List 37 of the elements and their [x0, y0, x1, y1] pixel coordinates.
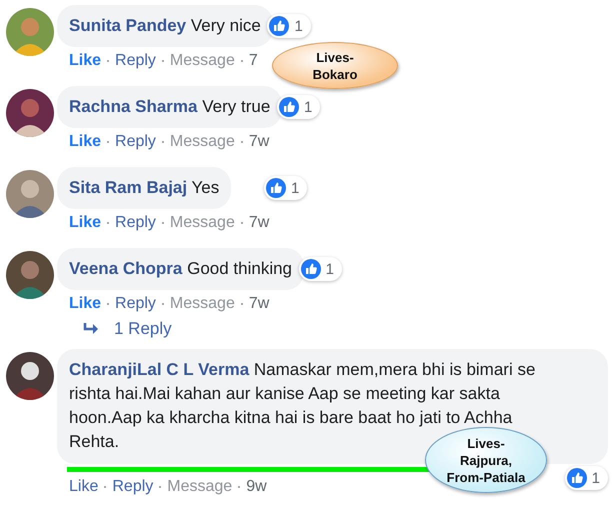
like-count[interactable]: 1	[298, 257, 342, 281]
comment-time: 7w	[248, 295, 270, 313]
message-link[interactable]: Message	[167, 478, 232, 496]
like-count[interactable]: 1	[564, 466, 608, 490]
comment-text: Sunita Pandey Very nice	[57, 5, 273, 47]
comment-text: Sita Ram Bajaj Yes	[57, 167, 232, 209]
message-link[interactable]: Message	[170, 295, 235, 313]
comment-time: 7w	[248, 133, 270, 151]
like-link[interactable]: Like	[69, 295, 102, 313]
comment-time: 7w	[248, 214, 270, 232]
thumbs-up-icon	[269, 16, 290, 36]
like-link[interactable]: Like	[69, 478, 98, 496]
reply-link[interactable]: Reply	[112, 478, 154, 496]
reply-link[interactable]: Reply	[115, 295, 156, 313]
message-link[interactable]: Message	[170, 214, 235, 232]
comment-time: 9w	[246, 478, 267, 496]
thumbs-up-icon	[266, 178, 286, 198]
comment-text: Rachna Sharma Very true	[57, 86, 282, 128]
thumbs-up-icon	[566, 468, 587, 488]
reply-link[interactable]: Reply	[115, 133, 156, 151]
thumbs-up-icon	[300, 259, 321, 279]
like-count[interactable]: 1	[276, 95, 320, 119]
comment-text: Veena Chopra Good thinking	[57, 248, 304, 290]
view-replies-link[interactable]: 1 Reply	[114, 319, 172, 339]
comment-time: 7	[248, 52, 258, 70]
annotation-callout: Lives- Bokaro	[272, 42, 398, 89]
like-link[interactable]: Like	[69, 214, 102, 232]
like-link[interactable]: Like	[69, 133, 102, 151]
reply-link[interactable]: Reply	[115, 214, 156, 232]
thumbs-up-icon	[278, 97, 299, 117]
message-link[interactable]: Message	[170, 52, 235, 70]
message-link[interactable]: Message	[170, 133, 235, 151]
reply-arrow-icon	[82, 321, 100, 337]
like-link[interactable]: Like	[69, 52, 102, 70]
reply-link[interactable]: Reply	[115, 52, 156, 70]
like-count[interactable]: 1	[267, 14, 311, 38]
like-count[interactable]: 1	[264, 176, 308, 200]
